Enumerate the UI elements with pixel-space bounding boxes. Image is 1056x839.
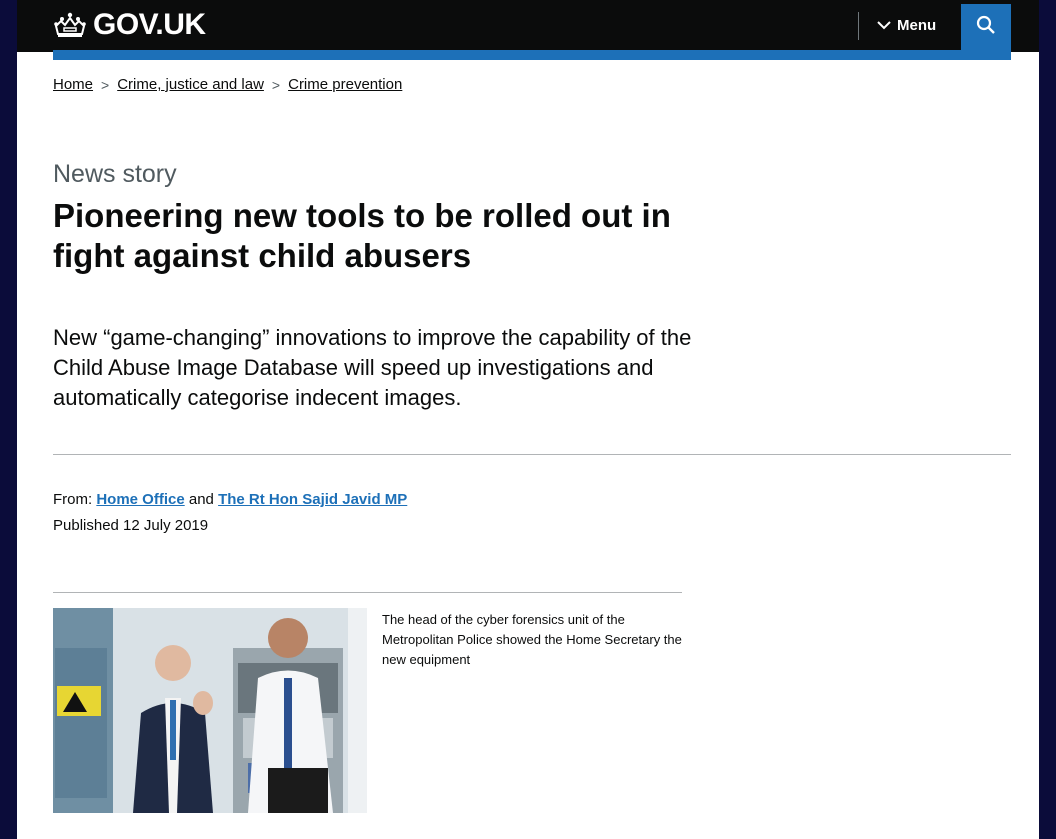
menu-label: Menu [897,16,937,34]
page: GOV.UK Menu Home > Crime, justice and la… [17,0,1039,839]
figure-divider [53,592,682,593]
breadcrumb-crime-prevention[interactable]: Crime prevention [288,76,402,93]
search-icon [976,15,996,40]
page-title: Pioneering new tools to be rolled out in… [53,197,671,274]
menu-button[interactable]: Menu [877,10,936,40]
from-label: From: [53,491,93,508]
from-line: From: Home Office and The Rt Hon Sajid J… [53,487,407,513]
from-person-link[interactable]: The Rt Hon Sajid Javid MP [218,491,407,508]
header-divider [858,12,859,40]
chevron-right-icon: > [101,76,110,93]
section-divider [53,454,1011,455]
logo-text: GOV.UK [93,8,206,41]
crown-icon [53,11,87,39]
published-date: Published 12 July 2019 [53,517,209,534]
lead-paragraph: New “game-changing” innovations to impro… [53,325,692,410]
article-image [53,608,367,813]
chevron-right-icon: > [271,76,281,93]
header-accent-bar [53,50,1011,60]
chevron-down-icon [877,17,891,34]
site-header: GOV.UK Menu [17,0,1039,52]
metadata: From: Home Office and The Rt Hon Sajid J… [53,487,407,539]
and-text: and [188,491,214,508]
breadcrumb-home[interactable]: Home [53,76,93,93]
govuk-logo-link[interactable]: GOV.UK [53,8,206,42]
breadcrumb: Home > Crime, justice and law > Crime pr… [53,76,402,93]
figure-caption: The head of the cyber forensics unit of … [382,612,682,667]
search-button[interactable] [961,4,1011,50]
from-org-link[interactable]: Home Office [96,491,184,508]
page-caption: News story [53,160,177,188]
breadcrumb-crime-justice-law[interactable]: Crime, justice and law [117,76,264,93]
